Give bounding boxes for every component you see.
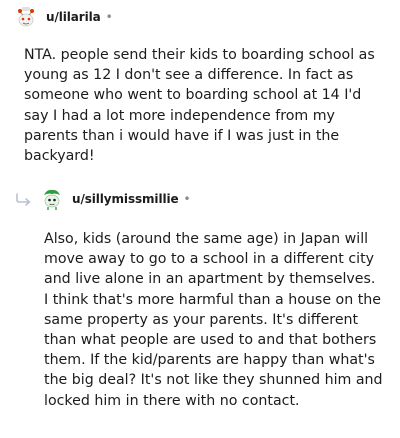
reply-arrow-icon	[14, 192, 34, 206]
author-username[interactable]: u/lilarila	[46, 10, 101, 24]
separator-dot: •	[105, 10, 113, 24]
author-username[interactable]: u/sillymissmillie	[72, 192, 179, 206]
snoo-avatar-icon[interactable]	[14, 5, 38, 29]
separator-dot: •	[183, 192, 191, 206]
comment-body: Also, kids (around the same age) in Japa…	[44, 231, 383, 409]
comment-header: u/sillymissmillie •	[14, 186, 191, 212]
comment-body: NTA. people send their kids to boarding …	[24, 47, 375, 165]
comment-header: u/lilarila •	[14, 4, 113, 30]
snoo-avatar-icon[interactable]	[40, 187, 64, 211]
